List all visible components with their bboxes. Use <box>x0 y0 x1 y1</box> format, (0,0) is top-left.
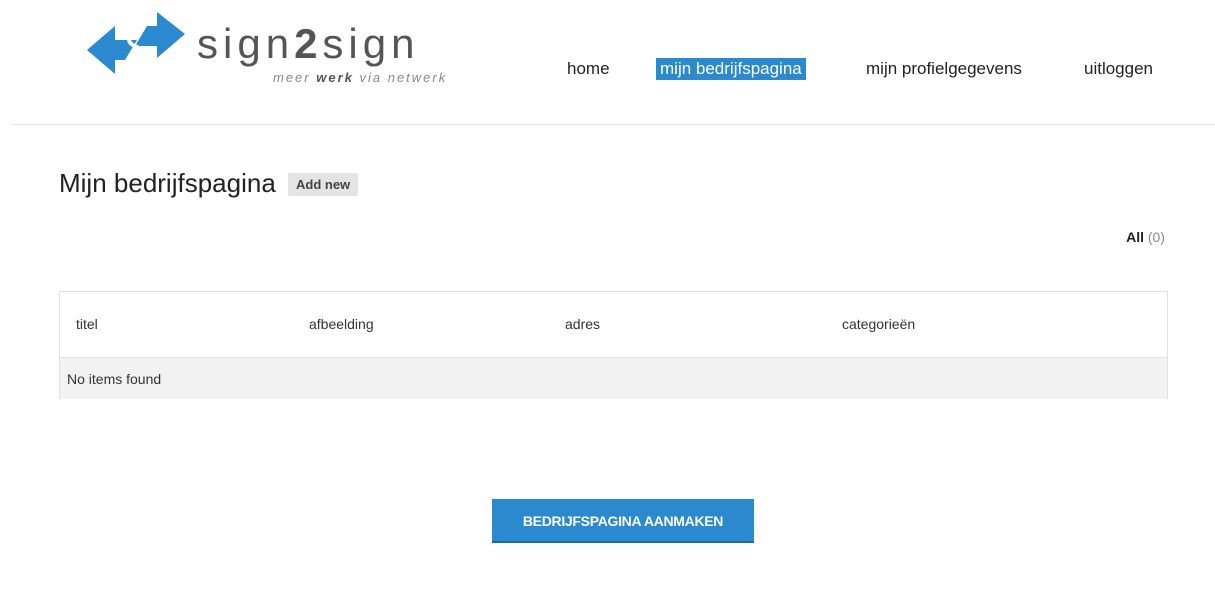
header-divider <box>12 124 1215 125</box>
filter-count: (0) <box>1147 229 1165 245</box>
column-header-afbeelding[interactable]: afbeelding <box>309 316 374 332</box>
nav-item-home[interactable]: home <box>563 58 614 80</box>
empty-message: No items found <box>67 371 162 387</box>
nav-item-mijn-profielgegevens[interactable]: mijn profielgegevens <box>862 58 1026 80</box>
filter-all-link[interactable]: All (0) <box>1126 229 1165 245</box>
table-header: titel afbeelding adres categorieën <box>60 292 1167 358</box>
filter-label: All <box>1126 229 1144 245</box>
items-table: titel afbeelding adres categorieën No it… <box>59 291 1168 399</box>
create-bedrijfspagina-button[interactable]: BEDRIJFSPAGINA AANMAKEN <box>492 499 754 543</box>
nav-item-uitloggen[interactable]: uitloggen <box>1080 58 1157 80</box>
page: sign2sign meer werk via netwerk home mij… <box>0 0 1215 607</box>
page-title: Mijn bedrijfspagina <box>59 168 276 198</box>
column-header-titel[interactable]: titel <box>76 316 98 332</box>
column-header-adres[interactable]: adres <box>565 316 600 332</box>
header: sign2sign meer werk via netwerk home mij… <box>0 0 1215 124</box>
main-nav: home mijn bedrijfspagina mijn profielgeg… <box>0 58 1215 84</box>
nav-item-mijn-bedrijfspagina[interactable]: mijn bedrijfspagina <box>656 58 806 80</box>
add-new-button[interactable]: Add new <box>288 173 359 196</box>
table-row: No items found <box>60 358 1167 399</box>
column-header-categorieen[interactable]: categorieën <box>842 316 915 332</box>
